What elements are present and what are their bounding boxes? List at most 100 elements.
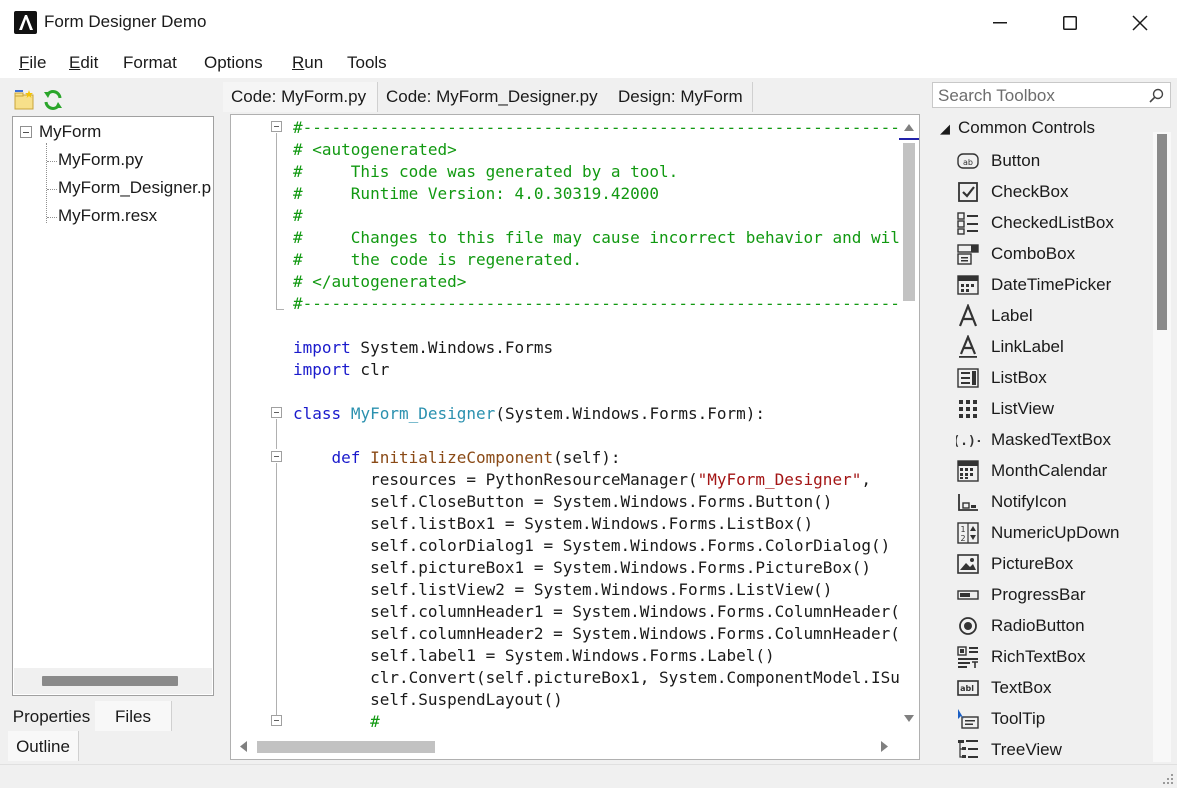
new-folder-button[interactable] xyxy=(14,89,36,116)
toolbox-item-datetimepicker[interactable]: DateTimePicker xyxy=(956,271,1156,302)
code-line: self.columnHeader1 = System.Windows.Form… xyxy=(293,602,909,624)
toolbox-item-treeview[interactable]: TreeView xyxy=(956,736,1156,767)
fold-toggle-icon[interactable] xyxy=(271,121,282,132)
menu-file[interactable]: File xyxy=(19,53,46,73)
editor-horizontal-scrollbar[interactable] xyxy=(231,735,899,759)
checkbox-icon xyxy=(958,182,978,202)
combobox-icon xyxy=(957,244,979,265)
toolbox-search[interactable]: Search Toolbox xyxy=(932,82,1171,108)
tab-design-myform[interactable]: Design: MyForm xyxy=(610,82,753,112)
search-icon[interactable] xyxy=(1149,88,1164,103)
toolbox-item-progressbar[interactable]: ProgressBar xyxy=(956,581,1156,612)
close-button[interactable] xyxy=(1105,0,1175,46)
menu-tools[interactable]: Tools xyxy=(347,53,387,73)
editor-vertical-scrollbar[interactable] xyxy=(899,115,919,735)
svg-text:ab: ab xyxy=(963,158,973,167)
minimize-button[interactable] xyxy=(965,0,1035,46)
tree-scroll-thumb[interactable] xyxy=(42,676,178,686)
toolbox-item-numericupdown[interactable]: 1 2 NumericUpDown xyxy=(956,519,1156,550)
toolbox-item-monthcalendar[interactable]: MonthCalendar xyxy=(956,457,1156,488)
toolbox-item-label: NumericUpDown xyxy=(991,523,1120,542)
toolbox-item-linklabel[interactable]: LinkLabel xyxy=(956,333,1156,364)
toolbox-group-common-controls[interactable]: ◢ Common Controls xyxy=(940,118,1095,138)
code-token: resources = PythonResourceManager( xyxy=(293,470,698,489)
toolbox-item-radiobutton[interactable]: RadioButton xyxy=(956,612,1156,643)
richtextbox-icon xyxy=(957,646,978,668)
tab-files[interactable]: Files xyxy=(95,701,172,731)
toolbox-item-tooltip[interactable]: ToolTip xyxy=(956,705,1156,736)
code-token: MyForm_Designer xyxy=(350,404,496,423)
project-tree[interactable]: MyForm MyForm.py MyForm_Designer.p MyFor… xyxy=(12,116,214,696)
tree-horizontal-scrollbar[interactable] xyxy=(14,668,212,694)
tree-root-myform[interactable]: MyForm xyxy=(39,122,101,142)
fold-toggle-icon[interactable] xyxy=(271,715,282,726)
toolbox-scroll-thumb[interactable] xyxy=(1157,134,1167,330)
menu-format[interactable]: Format xyxy=(123,53,177,73)
picturebox-icon xyxy=(957,554,979,574)
toolbox-item-checkbox[interactable]: CheckBox xyxy=(956,178,1156,209)
toolbox-item-richtextbox[interactable]: RichTextBox xyxy=(956,643,1156,674)
code-line: # This code was generated by a tool. xyxy=(293,162,678,184)
toolbox-item-notifyicon[interactable]: NotifyIcon xyxy=(956,488,1156,519)
svg-text:2: 2 xyxy=(960,534,965,543)
toolbox-item-listbox[interactable]: ListBox xyxy=(956,364,1156,395)
fold-toggle-icon[interactable] xyxy=(271,451,282,462)
scroll-down-icon[interactable] xyxy=(904,715,914,722)
tree-connector xyxy=(47,217,57,218)
tab-outline[interactable]: Outline xyxy=(8,731,79,761)
maximize-button[interactable] xyxy=(1035,0,1105,46)
tooltip-icon xyxy=(958,709,979,729)
code-line: import clr xyxy=(293,360,389,382)
refresh-button[interactable] xyxy=(42,89,64,116)
code-line: class MyForm_Designer(System.Windows.For… xyxy=(293,404,765,426)
menu-run[interactable]: Run xyxy=(292,53,323,73)
toolbox-item-label: Button xyxy=(991,151,1041,170)
menu-edit[interactable]: Edit xyxy=(69,53,98,73)
menu-run-mnemonic: R xyxy=(292,53,305,72)
scroll-up-icon[interactable] xyxy=(904,124,914,131)
tab-code-myform[interactable]: Code: MyForm.py xyxy=(223,82,378,112)
toolbox-item-label: ComboBox xyxy=(991,244,1076,263)
tab-properties[interactable]: Properties xyxy=(8,701,95,731)
code-token: # This code was generated by a tool. xyxy=(293,162,679,181)
tab-code-myform-designer[interactable]: Code: MyForm_Designer.py xyxy=(378,82,612,112)
menu-run-label: un xyxy=(304,53,324,72)
window-title: Form Designer Demo xyxy=(44,12,207,31)
code-line: self.listView2 = System.Windows.Forms.Li… xyxy=(293,580,832,602)
code-token: # xyxy=(293,206,303,225)
toolbox-item-textbox[interactable]: abl TextBox xyxy=(956,674,1156,705)
toolbox-item-label[interactable]: Label xyxy=(956,302,1156,333)
scroll-left-icon[interactable] xyxy=(240,741,247,752)
toolbox-item-listview[interactable]: ListView xyxy=(956,395,1156,426)
toolbox-panel: Search Toolbox ◢ Common Controls ab Button… xyxy=(926,78,1177,764)
toolbox-vertical-scrollbar[interactable] xyxy=(1153,132,1171,762)
toolbox-item-picturebox[interactable]: PictureBox xyxy=(956,550,1156,581)
tree-collapse-icon[interactable] xyxy=(20,126,32,138)
datetimepicker-icon xyxy=(957,275,979,295)
code-token: clr xyxy=(350,360,390,379)
tree-item-myform-py[interactable]: MyForm.py xyxy=(58,150,143,170)
menu-options[interactable]: Options xyxy=(204,53,263,73)
code-token: #---------------------------------------… xyxy=(293,118,919,137)
editor-vscroll-thumb[interactable] xyxy=(903,143,915,301)
toolbox-item-button[interactable]: ab Button xyxy=(956,147,1156,178)
code-line: self.label1 = System.Windows.Forms.Label… xyxy=(293,646,775,668)
toolbox-item-maskedtextbox[interactable]: (.)- MaskedTextBox xyxy=(956,426,1156,457)
resize-grip-icon[interactable] xyxy=(1162,773,1174,785)
code-editor[interactable]: #---------------------------------------… xyxy=(230,114,920,760)
toolbox-item-combobox[interactable]: ComboBox xyxy=(956,240,1156,271)
code-line: # xyxy=(293,206,303,228)
editor-hscroll-thumb[interactable] xyxy=(257,741,435,753)
toolbox-item-checkedlistbox[interactable]: CheckedListBox xyxy=(956,209,1156,240)
menu-options-label: Options xyxy=(204,53,263,72)
toolbox-search-placeholder: Search Toolbox xyxy=(938,86,1055,105)
code-token: #---------------------------------------… xyxy=(293,294,919,313)
scroll-right-icon[interactable] xyxy=(881,741,888,752)
menu-file-mnemonic: F xyxy=(19,53,30,72)
maximize-icon xyxy=(1063,16,1077,30)
tree-connector xyxy=(46,143,47,223)
tree-item-myform-resx[interactable]: MyForm.resx xyxy=(58,206,157,226)
tree-item-myform-designer[interactable]: MyForm_Designer.p xyxy=(58,178,211,198)
code-token: # xyxy=(370,712,380,731)
fold-toggle-icon[interactable] xyxy=(271,407,282,418)
